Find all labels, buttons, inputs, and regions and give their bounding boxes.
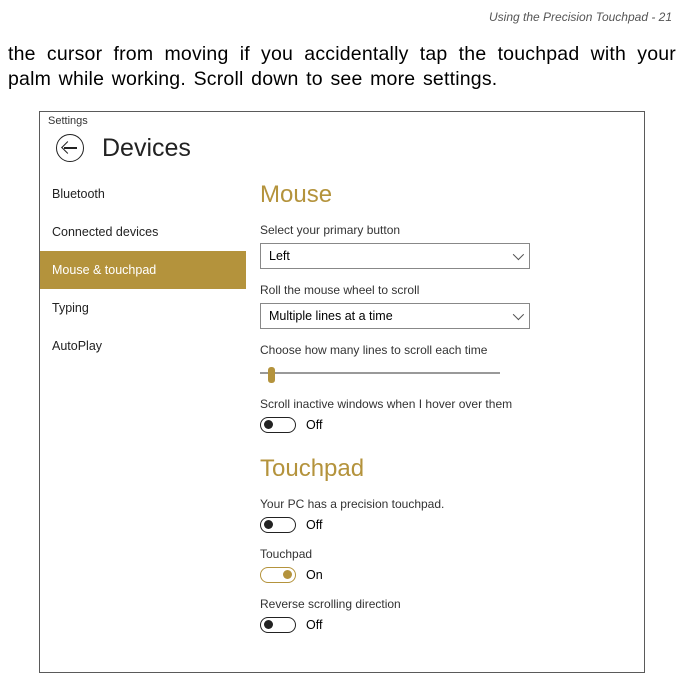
main-panel: Mouse Select your primary button Left Ro… xyxy=(246,175,644,672)
body-paragraph: the cursor from moving if you accidental… xyxy=(8,42,676,93)
chevron-down-icon xyxy=(513,249,524,260)
mouse-heading: Mouse xyxy=(260,181,644,209)
app-header: Devices xyxy=(40,130,644,175)
slider-track xyxy=(260,372,500,374)
reverse-toggle[interactable] xyxy=(260,617,296,633)
slider-handle[interactable] xyxy=(268,367,275,383)
touchpad-toggle[interactable] xyxy=(260,567,296,583)
page-header: Using the Precision Touchpad - 21 xyxy=(8,10,676,24)
toggle-knob xyxy=(264,420,273,429)
inactive-toggle[interactable] xyxy=(260,417,296,433)
wheel-value: Multiple lines at a time xyxy=(269,309,393,323)
toggle-knob xyxy=(283,570,292,579)
toggle-knob xyxy=(264,520,273,529)
wheel-label: Roll the mouse wheel to scroll xyxy=(260,283,644,297)
sidebar-item-connected-devices[interactable]: Connected devices xyxy=(40,213,246,251)
sidebar-item-autoplay[interactable]: AutoPlay xyxy=(40,327,246,365)
inactive-label: Scroll inactive windows when I hover ove… xyxy=(260,397,644,411)
app-title: Devices xyxy=(102,134,191,163)
back-arrow-icon xyxy=(64,147,77,149)
primary-button-select[interactable]: Left xyxy=(260,243,530,269)
settings-window: Settings Devices Bluetooth Connected dev… xyxy=(39,111,645,673)
touchpad-state: On xyxy=(306,568,323,582)
precision-toggle-row: Off xyxy=(260,517,644,533)
chevron-down-icon xyxy=(513,309,524,320)
reverse-toggle-row: Off xyxy=(260,617,644,633)
wheel-select[interactable]: Multiple lines at a time xyxy=(260,303,530,329)
precision-state: Off xyxy=(306,518,322,532)
back-button[interactable] xyxy=(56,134,84,162)
inactive-state: Off xyxy=(306,418,322,432)
primary-button-value: Left xyxy=(269,249,290,263)
precision-toggle[interactable] xyxy=(260,517,296,533)
touchpad-label: Touchpad xyxy=(260,547,644,561)
content-row: Bluetooth Connected devices Mouse & touc… xyxy=(40,175,644,672)
inactive-toggle-row: Off xyxy=(260,417,644,433)
sidebar-item-typing[interactable]: Typing xyxy=(40,289,246,327)
reverse-label: Reverse scrolling direction xyxy=(260,597,644,611)
window-title: Settings xyxy=(40,112,644,130)
reverse-state: Off xyxy=(306,618,322,632)
toggle-knob xyxy=(264,620,273,629)
touchpad-heading: Touchpad xyxy=(260,455,644,483)
sidebar: Bluetooth Connected devices Mouse & touc… xyxy=(40,175,246,672)
primary-button-label: Select your primary button xyxy=(260,223,644,237)
touchpad-toggle-row: On xyxy=(260,567,644,583)
sidebar-item-mouse-touchpad[interactable]: Mouse & touchpad xyxy=(40,251,246,289)
precision-text: Your PC has a precision touchpad. xyxy=(260,497,644,511)
sidebar-item-bluetooth[interactable]: Bluetooth xyxy=(40,175,246,213)
lines-label: Choose how many lines to scroll each tim… xyxy=(260,343,644,357)
lines-slider[interactable] xyxy=(260,365,500,383)
